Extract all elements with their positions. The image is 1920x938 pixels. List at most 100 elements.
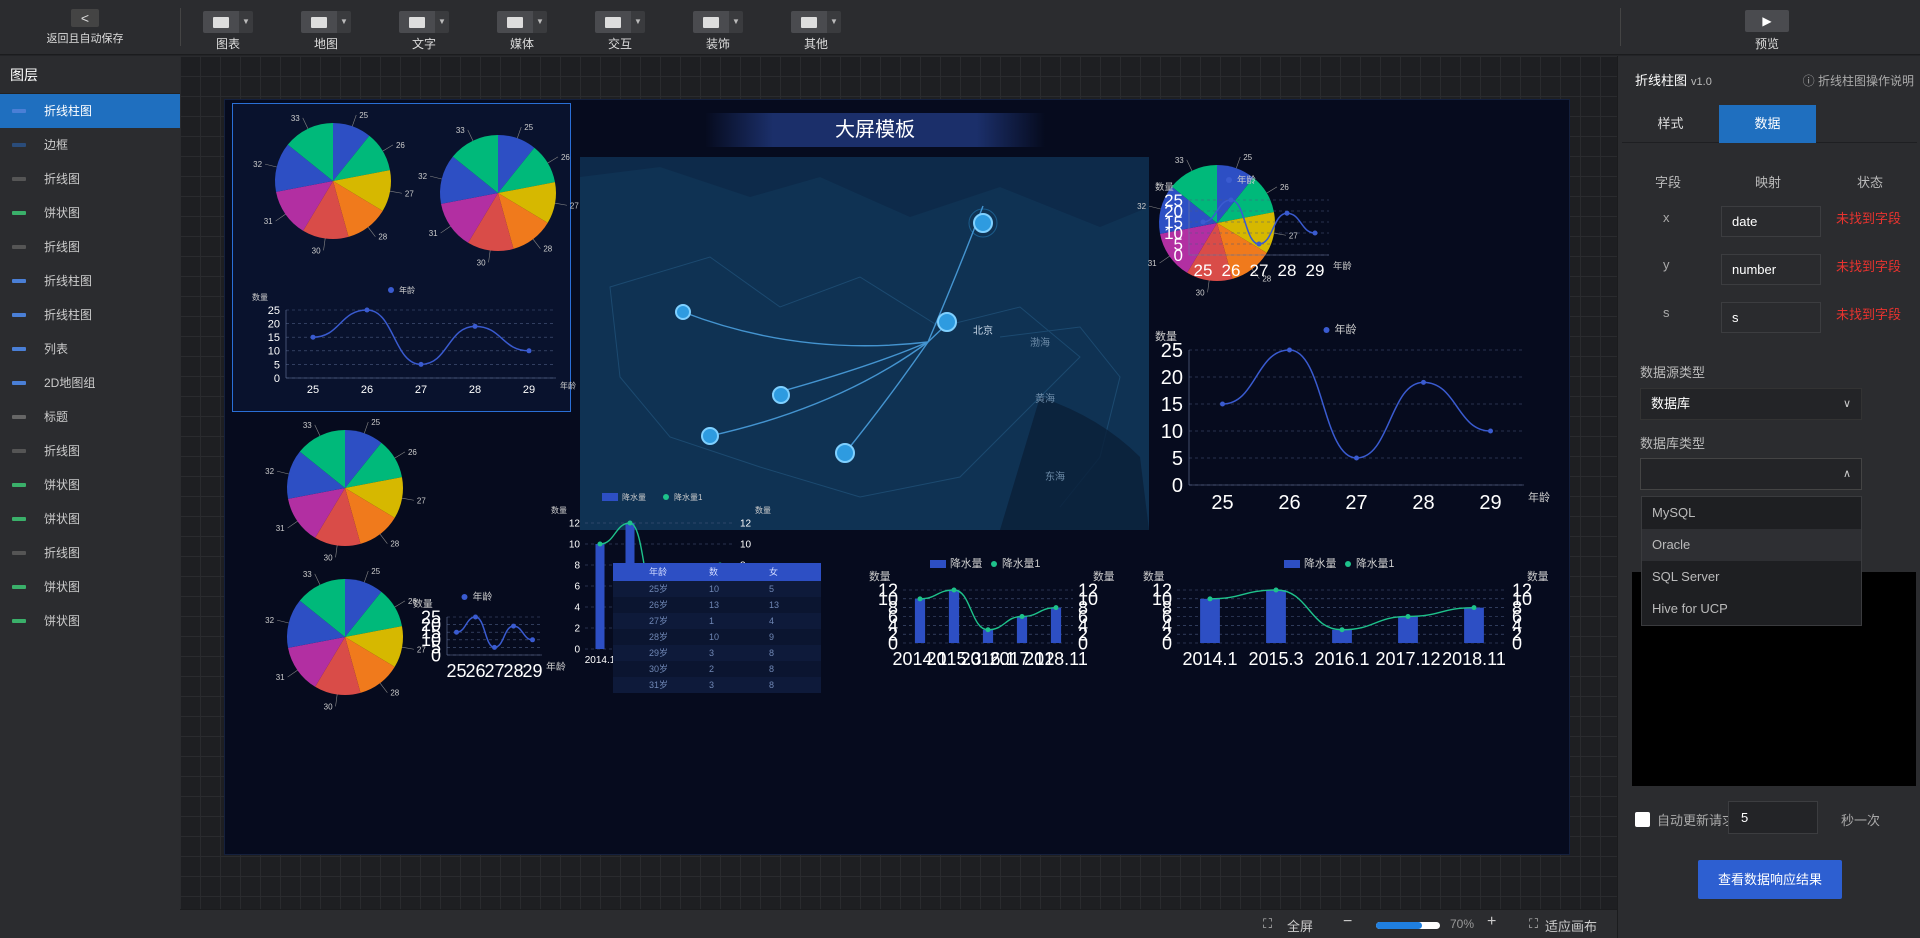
table-cell: 29岁 (649, 648, 669, 658)
interaction-icon (595, 11, 631, 33)
db-type-select[interactable]: ∧ (1640, 458, 1862, 490)
table-row: 26岁 13 13 (613, 597, 821, 613)
top-toolbar: < 返回且自动保存 ▼ 图表 ▼ 地图 ▼ 文字 ▼ 媒体 ▼ 交互 ▼ 装饰 … (0, 0, 1920, 55)
table-row: 25岁 10 5 (613, 581, 821, 597)
zoom-in-button[interactable]: + (1487, 913, 1496, 931)
table-row: 28岁 10 9 (613, 629, 821, 645)
table-cell: 8 (769, 680, 775, 690)
screen-title: 大屏模板 (705, 113, 1045, 147)
tool-decoration[interactable]: ▼ 装饰 (693, 11, 743, 52)
table-header: 年龄 数 女 (613, 563, 821, 581)
layer-item[interactable]: 2D地图组 (0, 366, 180, 400)
interval-unit: 秒一次 (1841, 813, 1881, 828)
layer-item[interactable]: 饼状图 (0, 468, 180, 502)
layer-item[interactable]: 饼状图 (0, 604, 180, 638)
tool-map[interactable]: ▼ 地图 (301, 11, 351, 52)
china-map[interactable]: 北京 渤海 黄海 东海 (580, 157, 1149, 530)
field-name: y (1663, 257, 1670, 272)
map-icon (301, 11, 337, 33)
other-icon (791, 11, 827, 33)
chevron-down-icon: ▼ (239, 11, 253, 33)
layer-item[interactable]: 标题 (0, 400, 180, 434)
layer-type-icon (12, 449, 26, 453)
table-row: 27岁 1 4 (613, 613, 821, 629)
layer-item[interactable]: 折线图 (0, 230, 180, 264)
zoom-slider[interactable] (1376, 922, 1440, 929)
option-hive[interactable]: Hive for UCP (1642, 593, 1861, 625)
table-cell: 4 (769, 616, 775, 626)
layer-type-icon (12, 381, 26, 385)
config-panel: 折线柱图 v1.0 ⓘ 折线柱图操作说明 样式 数据 字段 映射 状态 x dat… (1617, 56, 1920, 938)
layer-item[interactable]: 饼状图 (0, 502, 180, 536)
table-row: 31岁 3 8 (613, 677, 821, 693)
tool-interaction[interactable]: ▼ 交互 (595, 11, 645, 52)
svg-text:东海: 东海 (1045, 470, 1065, 483)
layer-type-icon (12, 483, 26, 487)
data-table: 年龄数女 25岁 10 5 26岁 13 13 27岁 1 4 28岁 10 9 29岁 3 8 30岁 2 8 31… (613, 563, 821, 693)
layer-item[interactable]: 饼状图 (0, 570, 180, 604)
table-cell: 25岁 (649, 584, 669, 594)
datasource-type-select[interactable]: 数据库 ∨ (1640, 388, 1862, 420)
chevron-down-icon: ▼ (533, 11, 547, 33)
layer-item[interactable]: 列表 (0, 332, 180, 366)
zoom-out-button[interactable]: − (1343, 913, 1352, 931)
interval-input[interactable]: 5 (1728, 801, 1818, 834)
table-cell: 26岁 (649, 600, 669, 610)
tool-chart[interactable]: ▼ 图表 (203, 11, 253, 52)
tab-data[interactable]: 数据 (1719, 105, 1816, 143)
field-status: 未找到字段 (1836, 211, 1902, 226)
canvas-statusbar: ⛶ 全屏 − 70% + ⛶ 适应画布 (180, 909, 1617, 938)
layer-item[interactable]: 折线柱图 (0, 264, 180, 298)
layer-item[interactable]: 边框 (0, 128, 180, 162)
layer-type-icon (12, 347, 26, 351)
table-cell: 1 (709, 616, 715, 626)
decoration-icon (693, 11, 729, 33)
view-response-button[interactable]: 查看数据响应结果 (1698, 860, 1842, 899)
layer-item[interactable]: 折线图 (0, 162, 180, 196)
field-status: 未找到字段 (1836, 307, 1902, 322)
option-mysql[interactable]: MySQL (1642, 497, 1861, 529)
preview-button[interactable]: ▶ 预览 (1744, 10, 1790, 52)
tool-text[interactable]: ▼ 文字 (399, 11, 449, 52)
mapping-header: 映射 (1755, 175, 1782, 190)
auto-update-checkbox[interactable] (1635, 812, 1650, 827)
table-header-cell: 年龄 (649, 567, 668, 577)
option-oracle[interactable]: Oracle (1642, 529, 1861, 561)
table-row: 30岁 2 8 (613, 661, 821, 677)
info-icon: ⓘ (1802, 74, 1815, 88)
option-sql-server[interactable]: SQL Server (1642, 561, 1861, 593)
layer-item[interactable]: 折线图 (0, 536, 180, 570)
table-cell: 8 (769, 664, 775, 674)
fit-canvas-button[interactable]: 适应画布 (1545, 916, 1597, 935)
fullscreen-button[interactable]: 全屏 (1287, 916, 1313, 935)
tool-media[interactable]: ▼ 媒体 (497, 11, 547, 52)
layer-item[interactable]: 折线柱图 (0, 298, 180, 332)
field-y-input[interactable]: number (1721, 254, 1821, 285)
component-title: 折线柱图 v1.0 (1635, 73, 1712, 88)
table-cell: 13 (709, 600, 720, 610)
layer-type-icon (12, 551, 26, 555)
help-link[interactable]: ⓘ 折线柱图操作说明 (1803, 72, 1914, 89)
table-cell: 3 (709, 648, 715, 658)
selection-box[interactable] (232, 103, 571, 412)
layer-item[interactable]: 折线柱图 (0, 94, 180, 128)
fullscreen-icon[interactable]: ⛶ (1263, 916, 1272, 932)
table-cell: 27岁 (649, 616, 669, 626)
tab-style[interactable]: 样式 (1622, 105, 1719, 143)
layer-item[interactable]: 饼状图 (0, 196, 180, 230)
media-icon (497, 11, 533, 33)
field-s-input[interactable]: s (1721, 302, 1821, 333)
layer-type-icon (12, 619, 26, 623)
table-cell: 3 (709, 680, 715, 690)
fit-canvas-icon[interactable]: ⛶ (1529, 916, 1538, 932)
field-status: 未找到字段 (1836, 259, 1902, 274)
chevron-up-icon: ∧ (1842, 468, 1851, 480)
tool-other[interactable]: ▼ 其他 (791, 11, 841, 52)
map-label-beijing: 北京 (973, 324, 993, 337)
layer-type-icon (12, 415, 26, 419)
back-autosave-button[interactable]: < 返回且自动保存 (40, 9, 130, 46)
field-x-input[interactable]: date (1721, 206, 1821, 237)
layer-type-icon (12, 109, 26, 113)
datasource-type-label: 数据源类型 (1640, 365, 1706, 380)
layer-item[interactable]: 折线图 (0, 434, 180, 468)
